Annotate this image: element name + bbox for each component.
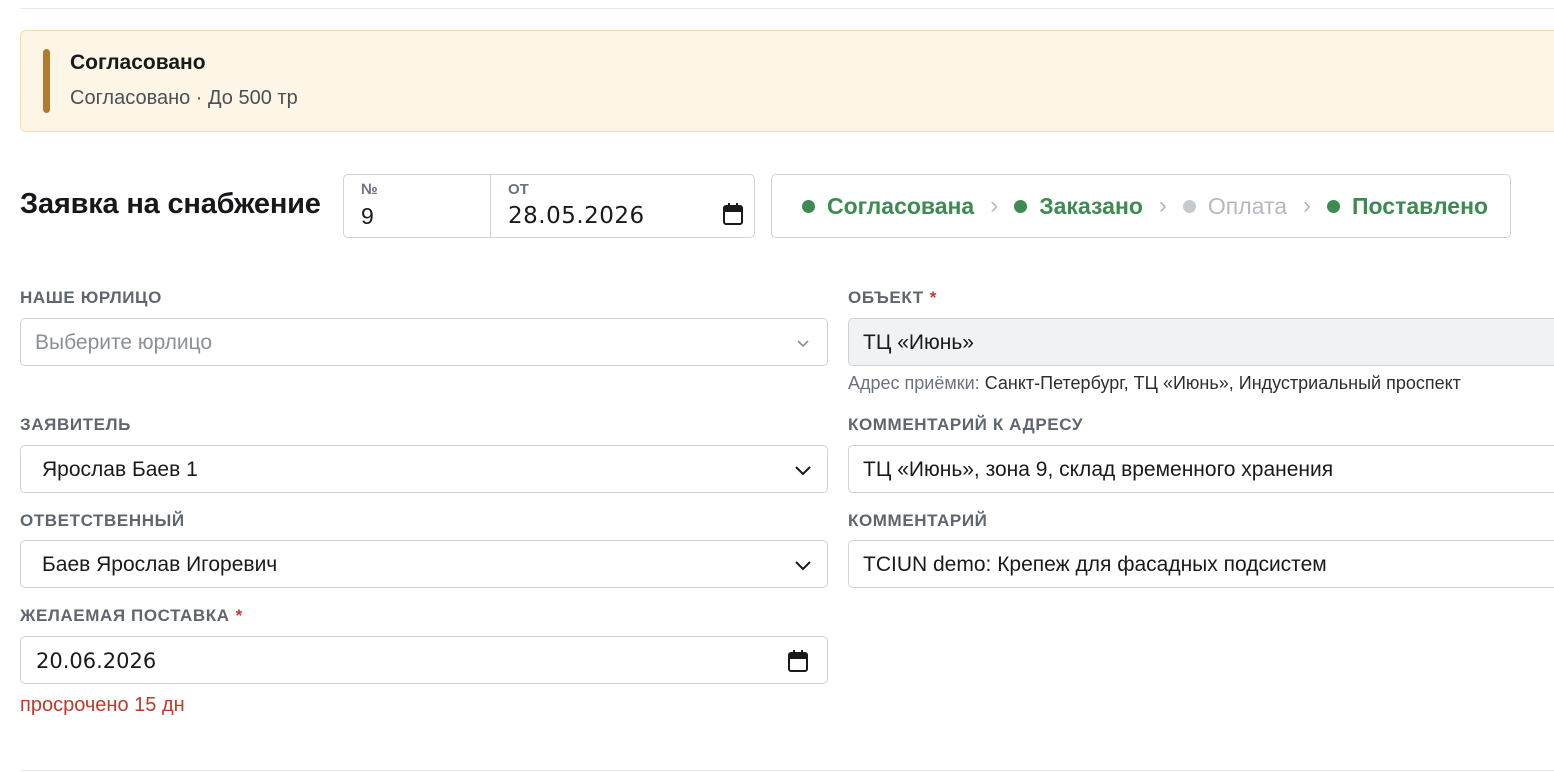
object-label: ОБЪЕКТ * <box>848 288 937 308</box>
step-ordered: Заказано <box>1014 193 1143 220</box>
address-comment-input[interactable]: ТЦ «Июнь», зона 9, склад временного хран… <box>848 445 1554 493</box>
step-dot <box>1182 199 1196 213</box>
object-field: ТЦ «Июнь» <box>848 318 1554 366</box>
date-label: ОТ <box>508 181 529 198</box>
applicant-value: Ярослав Баев 1 <box>42 458 198 481</box>
chevron-right-icon: › <box>990 192 999 219</box>
step-dot <box>802 199 815 213</box>
desired-delivery-value: 20.06.2026 <box>36 649 157 673</box>
step-label: Согласована <box>827 192 975 219</box>
step-label: Оплата <box>1207 192 1288 219</box>
chevron-down-icon <box>795 466 811 476</box>
required-mark: * <box>235 606 243 625</box>
legal-entity-placeholder: Выберите юрлицо <box>35 331 213 354</box>
responsible-select[interactable]: Баев Ярослав Игоревич <box>20 540 828 588</box>
chevron-right-icon: › <box>1303 192 1312 219</box>
calendar-icon[interactable] <box>722 202 744 226</box>
object-value: ТЦ «Июнь» <box>863 331 974 354</box>
legal-entity-select[interactable]: Выберите юрлицо <box>20 318 828 366</box>
chevron-right-icon: › <box>1158 192 1167 219</box>
responsible-value: Баев Ярослав Игоревич <box>42 553 278 576</box>
banner-title: Согласовано <box>70 51 206 74</box>
step-label: Заказано <box>1039 192 1143 219</box>
pickup-address-hint: Адрес приёмки: Санкт-Петербург, ТЦ «Июнь… <box>848 373 1461 394</box>
object-label-text: ОБЪЕКТ <box>848 288 924 307</box>
step-dot <box>1014 199 1028 213</box>
step-dot <box>1327 199 1341 213</box>
step-approved: Согласована <box>802 193 974 220</box>
applicant-select[interactable]: Ярослав Баев 1 <box>20 445 828 493</box>
page: Согласовано Согласовано · До 500 тр Заяв… <box>0 0 1554 772</box>
chevron-down-icon <box>797 340 809 348</box>
document-date-input[interactable]: 28.05.2026 <box>508 203 645 229</box>
chevron-down-icon <box>795 561 811 571</box>
bottom-divider <box>20 770 1554 771</box>
desired-delivery-label: ЖЕЛАЕМАЯ ПОСТАВКА * <box>20 606 243 626</box>
pickup-address-label: Адрес приёмки: <box>848 373 980 393</box>
status-stepper: Согласована › Заказано › Оплата › Постав… <box>771 174 1511 238</box>
desired-delivery-label-text: ЖЕЛАЕМАЯ ПОСТАВКА <box>20 606 230 625</box>
calendar-icon[interactable] <box>787 649 809 673</box>
step-delivered: Поставлено <box>1327 193 1488 220</box>
step-label: Поставлено <box>1352 192 1489 219</box>
comment-input[interactable]: TCIUN demo: Крепеж для фасадных подсисте… <box>848 540 1554 588</box>
step-payment: Оплата <box>1182 192 1288 220</box>
number-label: № <box>361 181 378 198</box>
banner-accent-bar <box>43 49 50 113</box>
banner-subtitle: Согласовано · До 500 тр <box>70 87 298 109</box>
comment-label: КОММЕНТАРИЙ <box>848 511 988 530</box>
comment-value: TCIUN demo: Крепеж для фасадных подсисте… <box>863 553 1327 576</box>
doc-separator <box>490 175 491 237</box>
applicant-label: ЗАЯВИТЕЛЬ <box>20 415 131 434</box>
legal-entity-label: НАШЕ ЮРЛИЦО <box>20 288 162 307</box>
required-mark: * <box>929 288 937 307</box>
page-title: Заявка на снабжение <box>20 188 321 220</box>
document-number-date: № 9 ОТ 28.05.2026 <box>343 174 755 238</box>
responsible-label: ОТВЕТСТВЕННЫЙ <box>20 511 185 530</box>
top-divider <box>20 8 1554 9</box>
address-comment-label: КОММЕНТАРИЙ К АДРЕСУ <box>848 415 1084 434</box>
address-comment-value: ТЦ «Июнь», зона 9, склад временного хран… <box>863 458 1334 481</box>
status-banner: Согласовано Согласовано · До 500 тр <box>20 30 1554 132</box>
number-input[interactable]: 9 <box>361 203 374 230</box>
overdue-warning: просрочено 15 дн <box>20 694 185 716</box>
desired-delivery-date-input[interactable]: 20.06.2026 <box>20 636 828 684</box>
pickup-address-value: Санкт-Петербург, ТЦ «Июнь», Индустриальн… <box>984 373 1461 393</box>
